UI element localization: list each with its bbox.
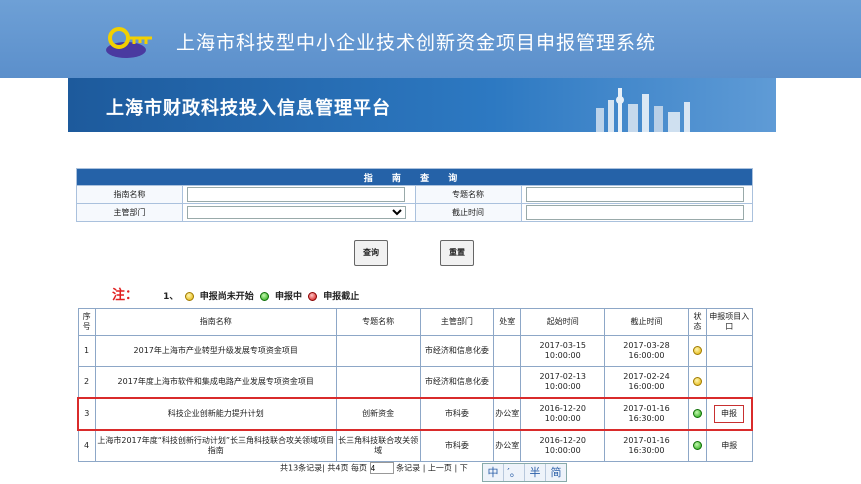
topic-cell: 长三角科技联合攻关领域: [335, 429, 421, 462]
apply-link[interactable]: 申报: [721, 441, 737, 450]
end-time-cell: 2017-01-16 16:30:00: [604, 429, 689, 462]
start-time-cell: 2016-12-20 10:00:00: [520, 429, 606, 462]
office-cell: [493, 366, 522, 399]
ime-mode-chinese[interactable]: 中: [483, 464, 504, 481]
guide-name-cell[interactable]: 2017年上海市产业转型升级发展专项资金项目: [94, 335, 337, 367]
guide-table: 序号 指南名称 专题名称 主管部门 处室 起始时间 截止时间 状态 申报项目入口…: [76, 308, 754, 462]
dept-cell: 市科委: [419, 429, 495, 462]
guide-name-cell[interactable]: 上海市2017年度“科技创新行动计划”长三角科技联合攻关领域项目指南: [94, 429, 337, 462]
reset-button[interactable]: 重置: [440, 240, 474, 266]
col-header: 起始时间: [520, 308, 606, 336]
end-time-cell: 2017-03-28 16:00:00: [604, 335, 689, 367]
ime-toolbar: 中 ′。 半 简: [482, 463, 567, 482]
pager-nav[interactable]: 条记录 | 上一页 | 下: [396, 464, 468, 473]
search-title: 指 南 查 询: [76, 168, 753, 186]
green-status-icon: [692, 441, 702, 450]
top-header: 上海市科技型中小企业技术创新资金项目申报管理系统: [0, 0, 861, 78]
ime-punctuation[interactable]: ′。: [504, 464, 525, 481]
deadline-label: 截止时间: [414, 203, 522, 222]
table-row: 2 2017年度上海市软件和集成电路产业发展专项资金项目 市经济和信息化委 20…: [77, 366, 753, 399]
note-label: 注：: [112, 288, 139, 303]
end-time-cell: 2017-02-24 16:00:00: [604, 366, 689, 399]
status-cell: [687, 335, 708, 367]
col-header: 指南名称: [94, 308, 337, 336]
dept-select[interactable]: [187, 206, 406, 219]
system-title: 上海市科技型中小企业技术创新资金项目申报管理系统: [176, 32, 657, 54]
guide-name-label: 指南名称: [76, 185, 183, 204]
start-time-cell: 2017-03-15 10:00:00: [520, 335, 606, 367]
entry-cell: 申报: [706, 429, 753, 462]
legend-not-started: 申报尚未开始: [199, 292, 254, 302]
col-header: 处室: [493, 308, 522, 336]
office-cell: 办公室: [493, 429, 522, 462]
col-header: 截止时间: [604, 308, 689, 336]
key-logo-icon: [106, 27, 152, 58]
dept-cell: 市经济和信息化委: [419, 366, 495, 399]
topic-name-input[interactable]: [525, 187, 744, 202]
topic-cell: [335, 366, 421, 399]
table-row: 4 上海市2017年度“科技创新行动计划”长三角科技联合攻关领域项目指南 长三角…: [77, 429, 753, 462]
deadline-input[interactable]: [525, 205, 744, 220]
pager-summary: 共13条记录| 共4页 每页: [280, 463, 368, 473]
row-no: 4: [77, 429, 96, 462]
col-header: 序号: [77, 308, 96, 336]
start-time-cell: 2016-12-20 10:00:00: [520, 397, 606, 431]
legend-in-progress: 申报中: [275, 292, 303, 302]
ime-simplified[interactable]: 简: [546, 464, 566, 481]
topic-name-label: 专题名称: [414, 185, 522, 204]
dept-cell: 市经济和信息化委: [419, 335, 495, 367]
status-cell: [687, 366, 708, 399]
red-status-icon: [308, 292, 318, 301]
entry-cell: [706, 366, 753, 399]
col-header: 状态: [687, 308, 708, 336]
col-header: 主管部门: [419, 308, 495, 336]
end-time-cell: 2017-01-16 16:30:00: [604, 397, 689, 431]
green-status-icon: [692, 409, 702, 418]
topic-cell: 创新资金: [335, 397, 421, 431]
guide-name-input[interactable]: [187, 187, 405, 202]
apply-button[interactable]: 申报: [714, 405, 744, 423]
entry-cell: [706, 335, 753, 367]
ime-half-width[interactable]: 半: [525, 464, 546, 481]
guide-name-cell[interactable]: 2017年度上海市软件和集成电路产业发展专项资金项目: [94, 366, 337, 399]
table-row: 1 2017年上海市产业转型升级发展专项资金项目 市经济和信息化委 2017-0…: [77, 335, 753, 367]
col-header: 专题名称: [335, 308, 421, 336]
yellow-status-icon: [184, 292, 194, 301]
topic-cell: [335, 335, 421, 367]
table-row-highlighted: 3 科技企业创新能力提升计划 创新资金 市科委 办公室 2016-12-20 1…: [76, 397, 754, 431]
dept-label: 主管部门: [76, 203, 183, 222]
yellow-status-icon: [692, 346, 702, 355]
entry-cell: 申报: [706, 397, 754, 431]
pagination: 共13条记录| 共4页 每页 条记录 | 上一页 | 下: [280, 462, 468, 474]
status-legend: 注： 1、 申报尚未开始 申报中 申报截止: [112, 284, 359, 303]
row-no: 3: [76, 397, 96, 431]
yellow-status-icon: [692, 377, 702, 386]
office-cell: 办公室: [493, 397, 522, 431]
legend-closed: 申报截止: [323, 292, 360, 302]
platform-banner: 上海市财政科技投入信息管理平台: [68, 78, 776, 132]
guide-name-cell[interactable]: 科技企业创新能力提升计划: [94, 397, 337, 431]
office-cell: [493, 335, 522, 367]
dept-cell: 市科委: [419, 397, 495, 431]
row-no: 1: [77, 335, 96, 367]
query-button[interactable]: 查询: [354, 240, 388, 266]
platform-title: 上海市财政科技投入信息管理平台: [106, 98, 391, 119]
per-page-input[interactable]: [369, 462, 394, 474]
col-header: 申报项目入口: [706, 308, 753, 336]
start-time-cell: 2017-02-13 10:00:00: [520, 366, 606, 399]
status-cell: [687, 397, 708, 431]
skyline-image: [596, 88, 690, 132]
row-no: 2: [77, 366, 96, 399]
green-status-icon: [259, 292, 269, 301]
legend-prefix: 1、: [163, 292, 179, 302]
status-cell: [687, 429, 708, 462]
guide-search-form: 指 南 查 询 指南名称 专题名称 主管部门 截止时间: [76, 168, 754, 222]
